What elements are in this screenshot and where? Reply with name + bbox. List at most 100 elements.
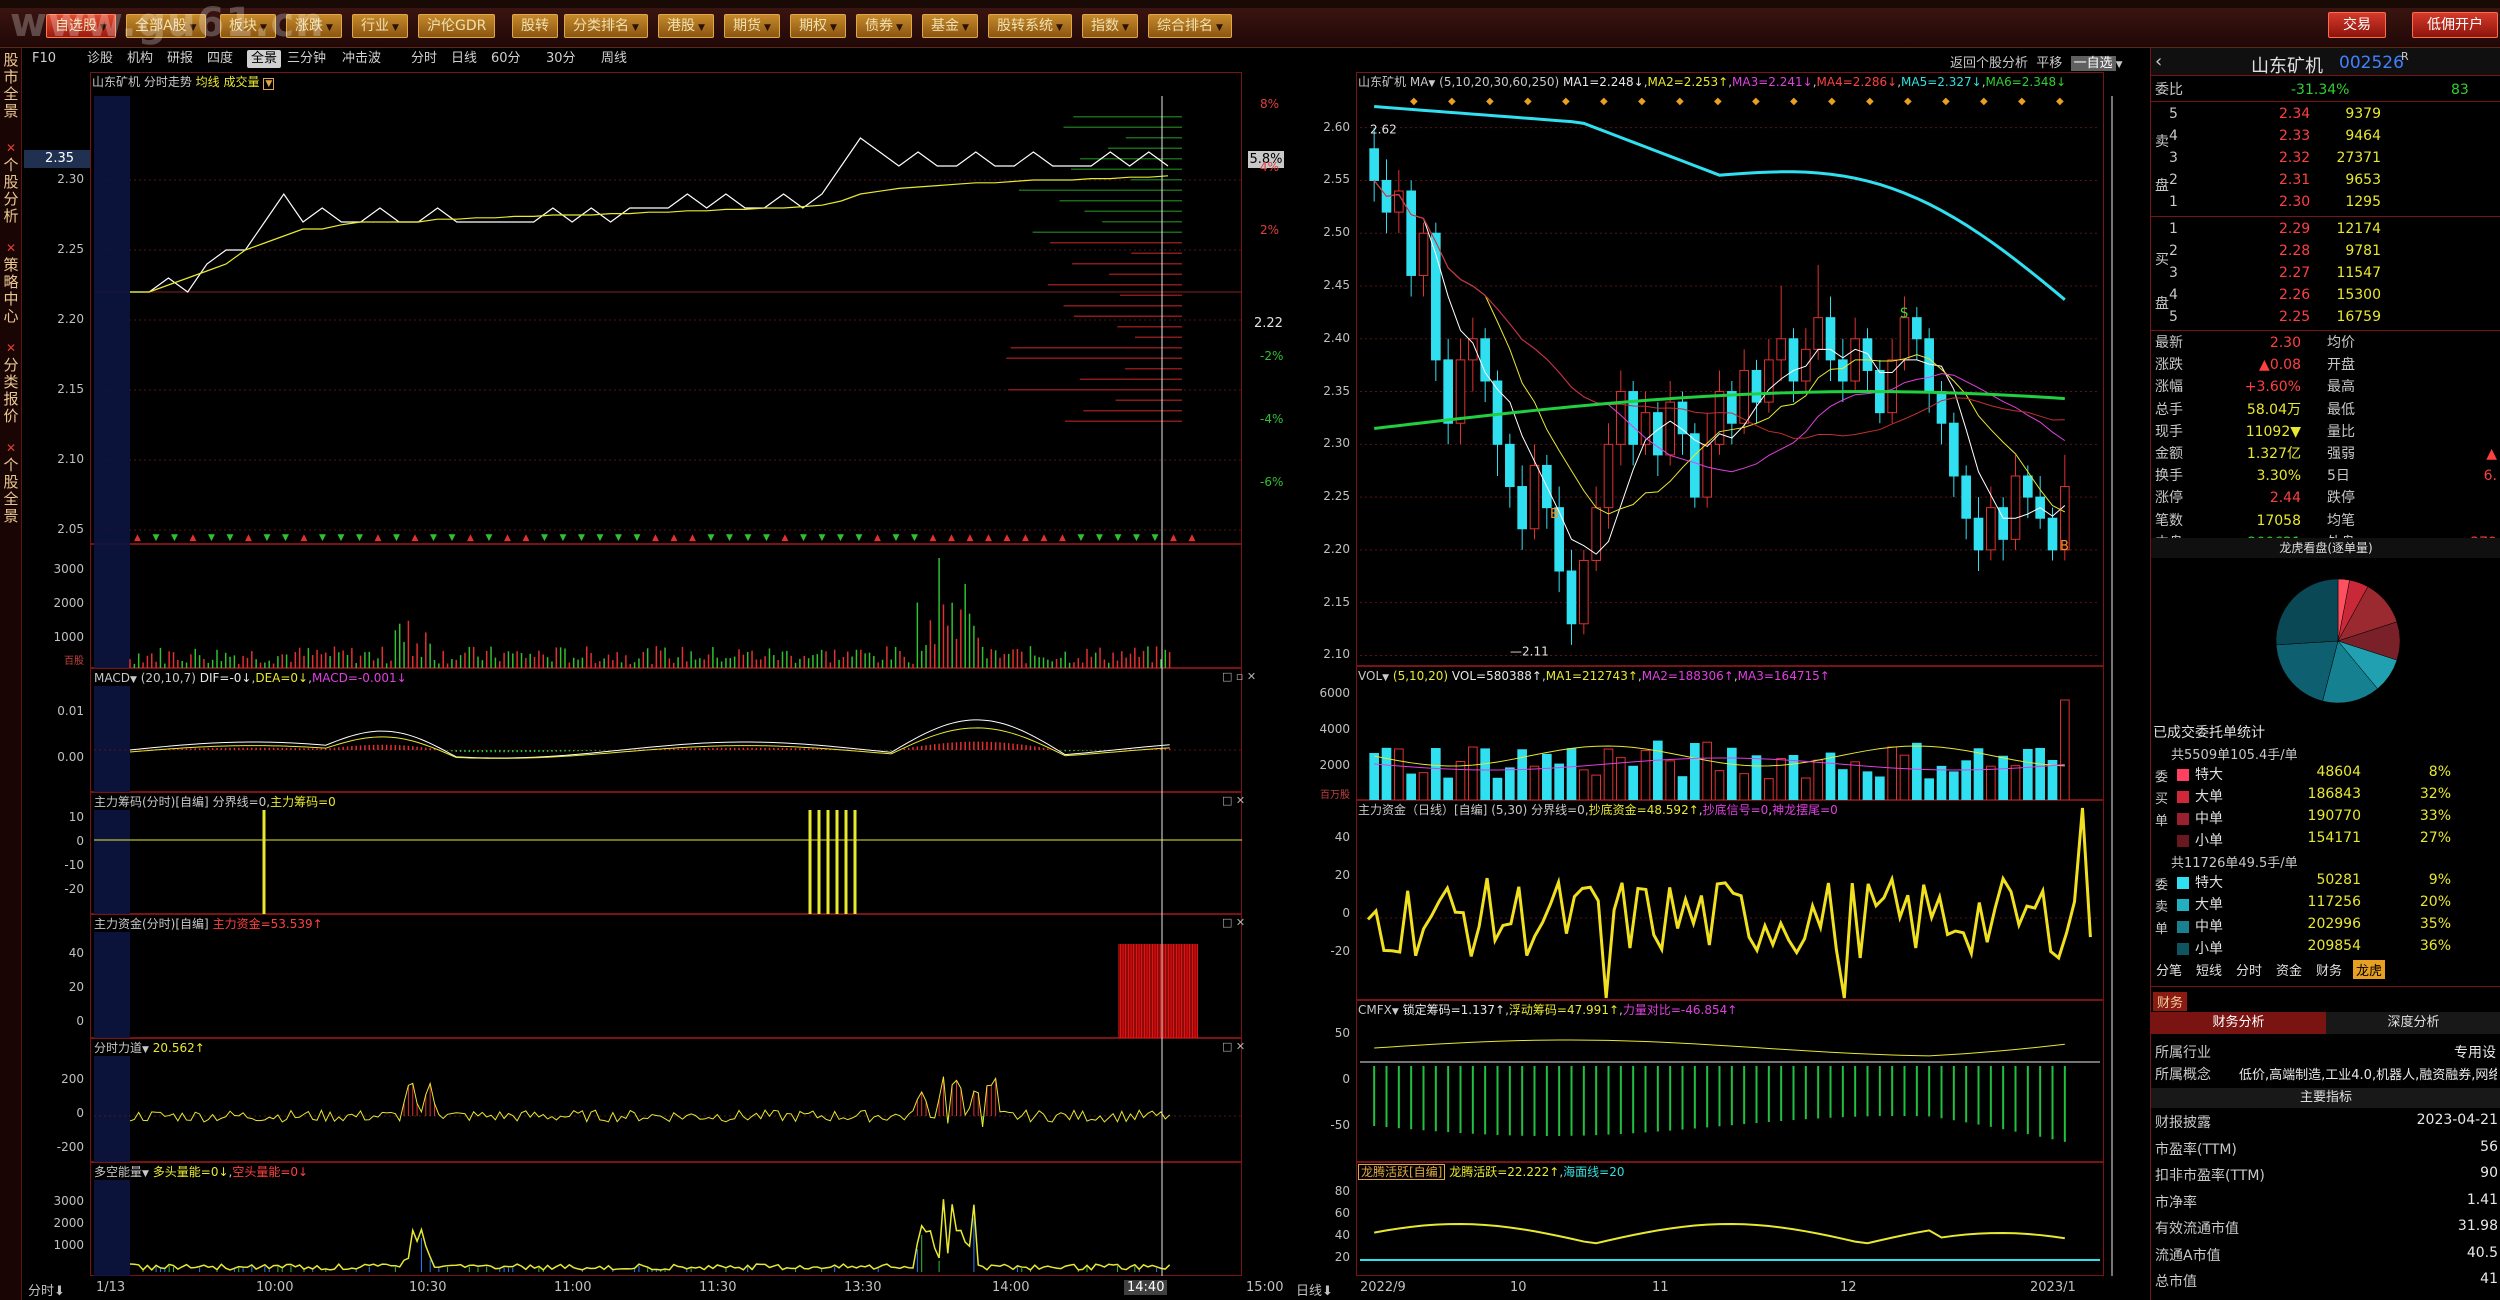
quote-tab-3[interactable]: 资金: [2273, 960, 2305, 979]
daily-price-tick: 2.30: [1323, 436, 1350, 451]
dfund-title-text[interactable]: 主力资金（日线）[自编]: [1358, 803, 1487, 817]
ma-line-60: [1374, 105, 2066, 301]
daily-volume-bar: [1801, 777, 1811, 801]
daily-price-tick: 2.45: [1323, 278, 1350, 292]
stat-value: 17058: [2256, 512, 2301, 529]
float-line: [1374, 1039, 2065, 1057]
quote-tab-5[interactable]: 龙虎: [2353, 960, 2386, 979]
daily-volume-bar: [1455, 761, 1466, 801]
candle-body: [1480, 338, 1490, 382]
quote-tab-0[interactable]: 分笔: [2153, 960, 2185, 979]
daily-volume-bar: [1566, 748, 1577, 801]
daily-volume-bar: [1690, 743, 1700, 801]
vol-ma-line: [1374, 745, 2065, 767]
daily-price-tick: 2.10: [1323, 647, 1350, 662]
dragon-title-text[interactable]: 龙腾活跃[自编]: [1358, 1164, 1446, 1180]
dragon-value: 龙腾活跃=22.222↑: [1449, 1165, 1560, 1179]
ma-label[interactable]: MA: [1410, 75, 1429, 89]
candle-body: [1862, 338, 1873, 371]
finance-analysis-tab[interactable]: 财务分析: [2151, 1012, 2326, 1034]
event-marker-icon: ◆: [1600, 96, 1608, 107]
main-index-title: 主要指标: [2151, 1088, 2500, 1108]
event-marker-icon: ◆: [1410, 96, 1418, 107]
stat-value: +3.60%: [2244, 379, 2301, 396]
stat-row: 涨停 2.44 跌停: [2151, 487, 2500, 509]
cmfx-title-text[interactable]: CMFX: [1358, 1003, 1392, 1017]
ask-level: 3: [2169, 150, 2178, 166]
quote-tab-2[interactable]: 分时: [2233, 960, 2265, 979]
daily-volume-bar: [1381, 747, 1392, 801]
bid-row[interactable]: 4 2.26 15300: [2151, 284, 2500, 306]
concept-label: 所属概念: [2155, 1067, 2211, 1083]
order-pie-chart: [2275, 578, 2401, 704]
date-tick: 12: [1840, 1280, 1857, 1295]
candle-body: [2023, 475, 2033, 498]
daily-volume-bar: [1369, 752, 1379, 801]
quote-tab-4[interactable]: 财务: [2313, 960, 2345, 979]
cmfx-lock: 锁定筹码=1.137↑: [1402, 1003, 1506, 1017]
sell-mark: S: [1900, 307, 1908, 322]
bid-row[interactable]: 3 2.27 11547: [2151, 262, 2500, 284]
finance-tab[interactable]: 财务: [2153, 992, 2188, 1011]
stat-value: 2.30: [2269, 335, 2301, 351]
cmfx-tick: -50: [1330, 1118, 1350, 1132]
vol-title-text[interactable]: VOL: [1358, 669, 1382, 683]
daily-kline-plot: ◆ ◆ ◆ ◆ ◆ ◆ ◆ ◆ ◆ ◆ ◆ ◆ ◆ ◆ ◆ ◆ ◆ ◆ 2.62 —2.11 B S B: [1360, 96, 2100, 658]
daily-price-tick: 2.55: [1323, 172, 1350, 187]
candle-body: [1912, 317, 1922, 340]
daily-volume-bar: [2023, 748, 2033, 801]
candle-body: [1899, 317, 1910, 361]
stat-row: 总手 58.04万 最低: [2151, 399, 2500, 421]
stat-row: 涨幅 +3.60% 最高: [2151, 376, 2500, 398]
event-marker-icon: ◆: [1524, 96, 1532, 107]
daily-volume-bar: [1579, 769, 1589, 801]
ask-row[interactable]: 2 2.31 9653: [2151, 169, 2500, 191]
deal-volume: 50281: [2316, 872, 2361, 888]
bid-row[interactable]: 2 2.28 9781: [2151, 240, 2500, 262]
daily-volume-bar: [1850, 761, 1860, 801]
back-arrow-icon[interactable]: ‹: [2155, 51, 2162, 72]
quote-tab-1[interactable]: 短线: [2193, 960, 2225, 979]
event-marker-icon: ◆: [1562, 96, 1570, 107]
daily-volume-bar: [1394, 748, 1404, 801]
pie-slice: [2275, 578, 2339, 646]
ask-row[interactable]: 5 2.34 9379: [2151, 103, 2500, 125]
ask-row[interactable]: 3 2.32 27371: [2151, 147, 2500, 169]
daily-volume-bar: [1554, 763, 1564, 801]
high-mark: 2.62: [1370, 123, 1397, 137]
candle-body: [1801, 348, 1811, 382]
legend-swatch: [2177, 877, 2189, 889]
ask-level: 4: [2169, 128, 2178, 144]
candle-body: [1924, 338, 1934, 393]
deal-volume: 190770: [2307, 808, 2361, 824]
dragon-tick: 60: [1334, 1206, 1350, 1220]
pan-button[interactable]: 平移: [2036, 56, 2062, 71]
depth-analysis-tab[interactable]: 深度分析: [2326, 1012, 2500, 1034]
dfund-title: 主力资金（日线）[自编] (5,30) 分界线=0,抄底资金=48.592↑,抄…: [1358, 803, 1838, 817]
daily-fund-tick: -20: [1330, 944, 1350, 958]
fin-value: 41: [2480, 1271, 2498, 1287]
ask-row[interactable]: 4 2.33 9464: [2151, 125, 2500, 147]
deal-type: 大单: [2195, 789, 2223, 805]
buy-mark: B: [1550, 507, 1559, 522]
deal-type: 中单: [2195, 811, 2223, 827]
dragon-title: 龙腾活跃[自编] 龙腾活跃=22.222↑,海面线=20: [1358, 1164, 1624, 1180]
ask-row[interactable]: 1 2.30 1295: [2151, 191, 2500, 213]
daily-axis-name[interactable]: 日线⬇: [1296, 1280, 1333, 1299]
deal-type: 特大: [2195, 767, 2223, 783]
bid-row[interactable]: 1 2.29 12174: [2151, 218, 2500, 240]
stat-label: 涨停: [2155, 490, 2183, 507]
watchlist-select[interactable]: 一自选: [2070, 56, 2116, 71]
cmfx-plot: [1360, 1039, 2100, 1142]
fin-value: 1.41: [2466, 1191, 2498, 1208]
back-to-analysis-button[interactable]: 返回个股分析: [1950, 56, 2028, 71]
daily-volume-bar: [1492, 777, 1503, 801]
deal-volume: 117256: [2307, 894, 2361, 910]
bid-row[interactable]: 5 2.25 16759: [2151, 306, 2500, 328]
candle-body: [1776, 338, 1786, 361]
daily-volume-bar: [1727, 747, 1737, 801]
dfund-bottom: 抄底资金=48.592↑: [1588, 803, 1699, 817]
fin-label: 流通A市值: [2155, 1247, 2221, 1264]
cmfx-tick: 50: [1334, 1026, 1350, 1040]
legend-swatch: [2177, 769, 2189, 781]
